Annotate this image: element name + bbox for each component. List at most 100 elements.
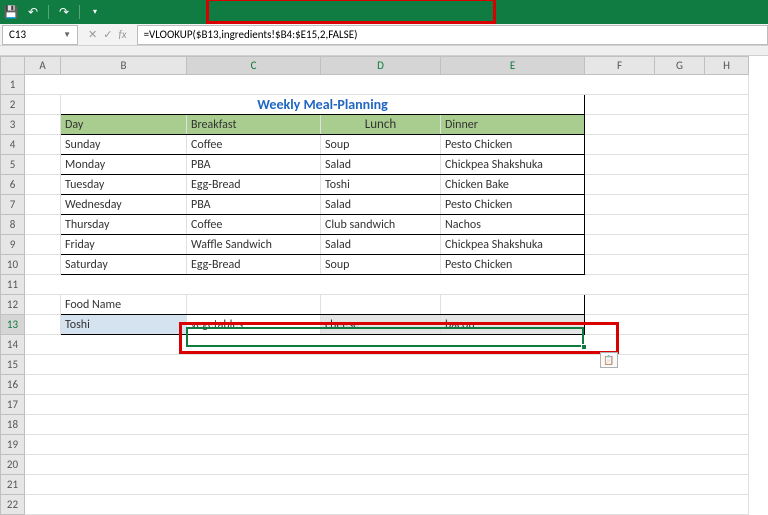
row-header[interactable]: 10 [1, 255, 25, 275]
row-header[interactable]: 11 [1, 275, 25, 295]
cell-dinner[interactable]: Chickpea Shakshuka [441, 235, 585, 255]
lookup-c[interactable]: vegetables [187, 315, 321, 335]
col-header[interactable]: E [441, 57, 585, 75]
cell[interactable] [585, 255, 749, 275]
header-breakfast[interactable]: Breakfast [187, 115, 321, 135]
col-header[interactable]: A [25, 57, 61, 75]
row-header[interactable]: 8 [1, 215, 25, 235]
select-all-corner[interactable] [1, 57, 25, 75]
cell[interactable] [25, 335, 749, 355]
row-header[interactable]: 15 [1, 355, 25, 375]
chevron-down-icon[interactable]: ▼ [63, 30, 71, 40]
cell[interactable] [585, 135, 749, 155]
cell-breakfast[interactable]: Coffee [187, 215, 321, 235]
cell-breakfast[interactable]: Egg-Bread [187, 175, 321, 195]
cell[interactable] [585, 95, 749, 115]
cell-day[interactable]: Friday [61, 235, 187, 255]
cell[interactable] [321, 295, 441, 315]
name-box[interactable]: C13 ▼ [2, 25, 78, 45]
fx-icon[interactable]: fx [118, 28, 126, 41]
cell-dinner[interactable]: Nachos [441, 215, 585, 235]
paste-options-icon[interactable]: 📋 [600, 352, 618, 368]
row-header[interactable]: 4 [1, 135, 25, 155]
title-cell[interactable]: Weekly Meal-Planning [61, 95, 585, 115]
cell[interactable] [25, 395, 749, 415]
cell[interactable] [187, 295, 321, 315]
spreadsheet-grid[interactable]: A B C D E F G H 1 2 Weekly Meal-Planning… [0, 56, 768, 515]
cell[interactable] [25, 115, 61, 135]
cell[interactable] [25, 375, 749, 395]
row-header[interactable]: 6 [1, 175, 25, 195]
header-day[interactable]: Day [61, 115, 187, 135]
cell[interactable] [25, 195, 61, 215]
foodname-label[interactable]: Food Name [61, 295, 187, 315]
cell[interactable] [25, 135, 61, 155]
fill-handle[interactable] [581, 344, 587, 350]
col-header[interactable]: C [187, 57, 321, 75]
cell-day[interactable]: Saturday [61, 255, 187, 275]
row-header[interactable]: 1 [1, 75, 25, 95]
cell-lunch[interactable]: Salad [321, 155, 441, 175]
cell[interactable] [585, 155, 749, 175]
col-header[interactable]: B [61, 57, 187, 75]
cell-lunch[interactable]: Toshi [321, 175, 441, 195]
row-header[interactable]: 14 [1, 335, 25, 355]
cell[interactable] [25, 155, 61, 175]
cell[interactable] [25, 435, 749, 455]
row-header[interactable]: 16 [1, 375, 25, 395]
cell-dinner[interactable]: Pesto Chicken [441, 195, 585, 215]
cell[interactable] [25, 275, 749, 295]
row-header[interactable]: 17 [1, 395, 25, 415]
col-header[interactable]: G [655, 57, 705, 75]
cell[interactable] [25, 235, 61, 255]
row-header[interactable]: 20 [1, 455, 25, 475]
cell[interactable] [585, 195, 749, 215]
col-header[interactable]: F [585, 57, 655, 75]
cell[interactable] [25, 455, 749, 475]
column-headers[interactable]: A B C D E F G H [1, 57, 749, 75]
cell-day[interactable]: Wednesday [61, 195, 187, 215]
lookup-d[interactable]: cheese [321, 315, 441, 335]
qat-customize-icon[interactable]: ▾ [88, 5, 102, 19]
row-header[interactable]: 3 [1, 115, 25, 135]
row-header[interactable]: 21 [1, 475, 25, 495]
cell-day[interactable]: Tuesday [61, 175, 187, 195]
row-header[interactable]: 7 [1, 195, 25, 215]
cell[interactable] [441, 295, 585, 315]
cell[interactable] [25, 75, 749, 95]
cell[interactable] [585, 235, 749, 255]
cell-dinner[interactable]: Chickpea Shakshuka [441, 155, 585, 175]
lookup-e[interactable]: bacon [441, 315, 585, 335]
col-header[interactable]: H [705, 57, 749, 75]
cell[interactable] [585, 115, 749, 135]
cell-dinner[interactable]: Chicken Bake [441, 175, 585, 195]
cell-lunch[interactable]: Soup [321, 255, 441, 275]
cell[interactable] [25, 415, 749, 435]
cell-lunch[interactable]: Club sandwich [321, 215, 441, 235]
col-header[interactable]: D [321, 57, 441, 75]
cell[interactable] [25, 95, 61, 115]
undo-icon[interactable]: ↶ [26, 5, 40, 19]
cell[interactable] [585, 215, 749, 235]
header-dinner[interactable]: Dinner [441, 115, 585, 135]
row-header[interactable]: 19 [1, 435, 25, 455]
redo-icon[interactable]: ↷ [57, 5, 71, 19]
cell-breakfast[interactable]: Waffle Sandwich [187, 235, 321, 255]
row-header[interactable]: 2 [1, 95, 25, 115]
row-header[interactable]: 9 [1, 235, 25, 255]
cell-breakfast[interactable]: PBA [187, 155, 321, 175]
cell[interactable] [25, 475, 749, 495]
cell-lunch[interactable]: Salad [321, 235, 441, 255]
enter-icon[interactable]: ✓ [103, 28, 112, 41]
cell[interactable] [25, 215, 61, 235]
cell[interactable] [585, 175, 749, 195]
header-lunch[interactable]: Lunch [321, 115, 441, 135]
row-header[interactable]: 12 [1, 295, 25, 315]
cell[interactable] [25, 355, 749, 375]
formula-input[interactable]: =VLOOKUP($B13,ingredients!$B4:$E15,2,FAL… [137, 25, 768, 45]
cell-dinner[interactable]: Pesto Chicken [441, 255, 585, 275]
cell-breakfast[interactable]: PBA [187, 195, 321, 215]
cell[interactable] [585, 315, 749, 335]
cell-breakfast[interactable]: Egg-Bread [187, 255, 321, 275]
row-header[interactable]: 5 [1, 155, 25, 175]
